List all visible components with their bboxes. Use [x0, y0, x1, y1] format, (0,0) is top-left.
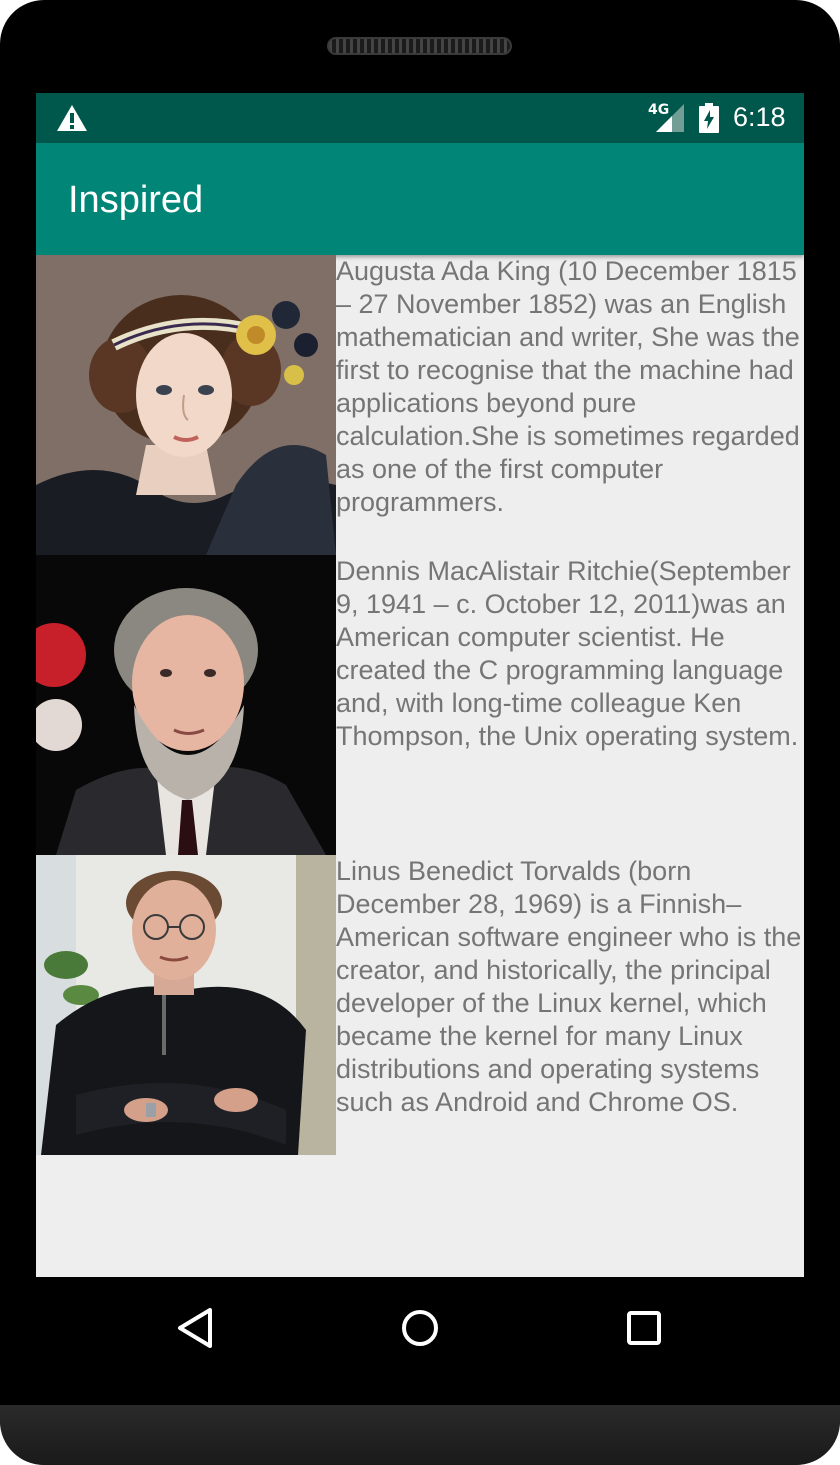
- home-icon[interactable]: [396, 1304, 444, 1352]
- dennis-ritchie-portrait: [36, 555, 336, 855]
- warning-icon: [57, 105, 87, 131]
- network-type-label: 4G: [648, 102, 670, 118]
- battery-charging-icon: [699, 103, 719, 133]
- people-list[interactable]: Augusta Ada King (10 December 1815 – 27 …: [36, 255, 804, 1155]
- bio-text: Dennis MacAlistair Ritchie(September 9, …: [336, 556, 799, 751]
- speaker-grille: [327, 37, 512, 55]
- linus-torvalds-portrait: [36, 855, 336, 1155]
- phone-frame: 4G 6:18 Inspired Augusta Ada King (10 De…: [0, 0, 840, 1465]
- navigation-bar: [0, 1277, 840, 1377]
- app-toolbar: Inspired: [36, 143, 804, 255]
- ada-lovelace-portrait: [36, 255, 336, 555]
- app-title: Inspired: [68, 179, 204, 221]
- app-screen: 4G 6:18 Inspired Augusta Ada King (10 De…: [36, 93, 804, 1277]
- device-bottom-bezel: [0, 1405, 840, 1465]
- recents-icon[interactable]: [620, 1304, 668, 1352]
- list-item[interactable]: Linus Benedict Torvalds (born December 2…: [36, 855, 804, 1155]
- bio-text: Linus Benedict Torvalds (born December 2…: [336, 856, 802, 1117]
- status-bar: 4G 6:18: [36, 93, 804, 143]
- list-item[interactable]: Augusta Ada King (10 December 1815 – 27 …: [36, 255, 804, 555]
- clock: 6:18: [733, 102, 786, 132]
- list-item[interactable]: Dennis MacAlistair Ritchie(September 9, …: [36, 555, 804, 855]
- bio-text: Augusta Ada King (10 December 1815 – 27 …: [336, 256, 800, 517]
- back-icon[interactable]: [172, 1304, 220, 1352]
